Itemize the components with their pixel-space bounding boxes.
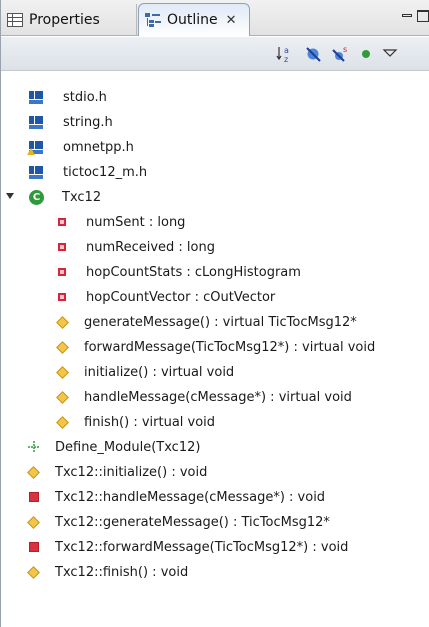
- tab-properties-label: Properties: [29, 12, 100, 28]
- include-file-icon: [29, 165, 43, 179]
- collapse-chevron-icon[interactable]: [6, 193, 14, 199]
- svg-text:a: a: [284, 46, 289, 55]
- hide-fields-icon[interactable]: [304, 44, 324, 64]
- svg-text:s: s: [343, 45, 347, 54]
- tree-item-label: forwardMessage(TicTocMsg12*) : virtual v…: [84, 339, 376, 355]
- tree-item-field[interactable]: hopCountStats : cLongHistogram: [58, 260, 301, 284]
- properties-icon: [7, 13, 23, 27]
- tree-item-label: numReceived : long: [86, 239, 215, 255]
- include-file-icon: [29, 90, 43, 104]
- tree-item-field[interactable]: numSent : long: [58, 210, 185, 234]
- tree-item-method[interactable]: handleMessage(cMessage*) : virtual void: [56, 385, 352, 409]
- outline-icon: [145, 12, 161, 28]
- tree-item-label: Txc12::handleMessage(cMessage*) : void: [55, 489, 326, 505]
- tree-item-method[interactable]: initialize() : virtual void: [56, 360, 235, 384]
- tab-properties[interactable]: Properties: [1, 4, 137, 36]
- tree-item-label: generateMessage() : virtual TicTocMsg12*: [84, 314, 357, 330]
- tree-item-include[interactable]: tictoc12_m.h: [29, 160, 147, 184]
- private-field-icon: [58, 218, 66, 226]
- tree-item-method[interactable]: finish() : virtual void: [56, 410, 216, 434]
- tree-item-method[interactable]: forwardMessage(TicTocMsg12*) : virtual v…: [56, 335, 376, 359]
- protected-method-icon: [56, 315, 69, 329]
- outline-toolbar: a z s: [1, 37, 429, 71]
- tree-item-function[interactable]: Txc12::initialize() : void: [27, 460, 208, 484]
- hide-non-public-icon[interactable]: [356, 44, 376, 64]
- tree-item-field[interactable]: numReceived : long: [58, 235, 215, 259]
- tree-item-function[interactable]: Txc12::forwardMessage(TicTocMsg12*) : vo…: [29, 535, 348, 559]
- tree-item-label: hopCountVector : cOutVector: [86, 289, 276, 305]
- protected-method-icon: [56, 415, 69, 429]
- private-function-icon: [29, 492, 39, 502]
- private-function-icon: [29, 542, 39, 552]
- private-field-icon: [58, 243, 66, 251]
- tree-item-field[interactable]: hopCountVector : cOutVector: [58, 285, 275, 309]
- tree-item-label: stdio.h: [63, 89, 107, 105]
- function-icon: [27, 565, 40, 579]
- function-icon: [27, 465, 40, 479]
- protected-method-icon: [56, 365, 69, 379]
- tree-item-label: finish() : virtual void: [84, 414, 216, 430]
- tree-item-label: omnetpp.h: [63, 139, 134, 155]
- tree-item-label: Txc12::generateMessage() : TicTocMsg12*: [55, 514, 330, 530]
- tab-close-icon[interactable]: ✕: [226, 13, 237, 28]
- tree-item-include[interactable]: omnetpp.h: [27, 135, 134, 159]
- tree-item-macro[interactable]: Define_Module(Txc12): [27, 435, 200, 459]
- protected-method-icon: [56, 390, 69, 404]
- outline-view: Properties Outline ✕ a z s stdio.h strin…: [0, 0, 429, 627]
- tab-outline-label: Outline: [167, 12, 218, 28]
- function-icon: [27, 515, 40, 529]
- tree-item-label: initialize() : virtual void: [84, 364, 235, 380]
- view-tab-bar: Properties Outline ✕: [1, 0, 429, 36]
- svg-text:z: z: [284, 55, 288, 64]
- tree-item-class[interactable]: C Txc12: [29, 185, 101, 209]
- tree-item-label: string.h: [63, 114, 113, 130]
- maximize-view-icon[interactable]: [417, 10, 429, 22]
- tree-item-label: Txc12::forwardMessage(TicTocMsg12*) : vo…: [55, 539, 349, 555]
- hide-static-icon[interactable]: s: [331, 44, 351, 64]
- minimize-view-icon[interactable]: [402, 14, 412, 17]
- tree-item-function[interactable]: Txc12::finish() : void: [27, 560, 189, 584]
- tree-item-label: tictoc12_m.h: [63, 164, 148, 180]
- private-field-icon: [58, 268, 66, 276]
- sort-alphabetically-icon[interactable]: a z: [276, 44, 296, 64]
- protected-method-icon: [56, 340, 69, 354]
- tree-item-label: Define_Module(Txc12): [55, 439, 201, 455]
- tree-item-label: Txc12::initialize() : void: [55, 464, 208, 480]
- include-file-warning-icon: [27, 140, 43, 155]
- include-file-icon: [29, 115, 43, 129]
- tree-item-label: Txc12: [62, 189, 102, 205]
- tree-item-label: Txc12::finish() : void: [55, 564, 189, 580]
- class-icon: C: [29, 189, 44, 205]
- tree-item-method[interactable]: generateMessage() : virtual TicTocMsg12*: [56, 310, 357, 334]
- tree-item-label: numSent : long: [86, 214, 186, 230]
- tree-item-label: handleMessage(cMessage*) : virtual void: [84, 389, 352, 405]
- tree-item-function[interactable]: Txc12::generateMessage() : TicTocMsg12*: [27, 510, 330, 534]
- tree-item-include[interactable]: string.h: [29, 110, 113, 134]
- tree-item-function[interactable]: Txc12::handleMessage(cMessage*) : void: [29, 485, 325, 509]
- macro-icon: [27, 440, 41, 454]
- tree-item-label: hopCountStats : cLongHistogram: [86, 264, 301, 280]
- tab-outline[interactable]: Outline ✕: [138, 3, 250, 36]
- private-field-icon: [58, 293, 66, 301]
- tree-item-include[interactable]: stdio.h: [29, 85, 107, 109]
- view-menu-icon[interactable]: [380, 44, 400, 64]
